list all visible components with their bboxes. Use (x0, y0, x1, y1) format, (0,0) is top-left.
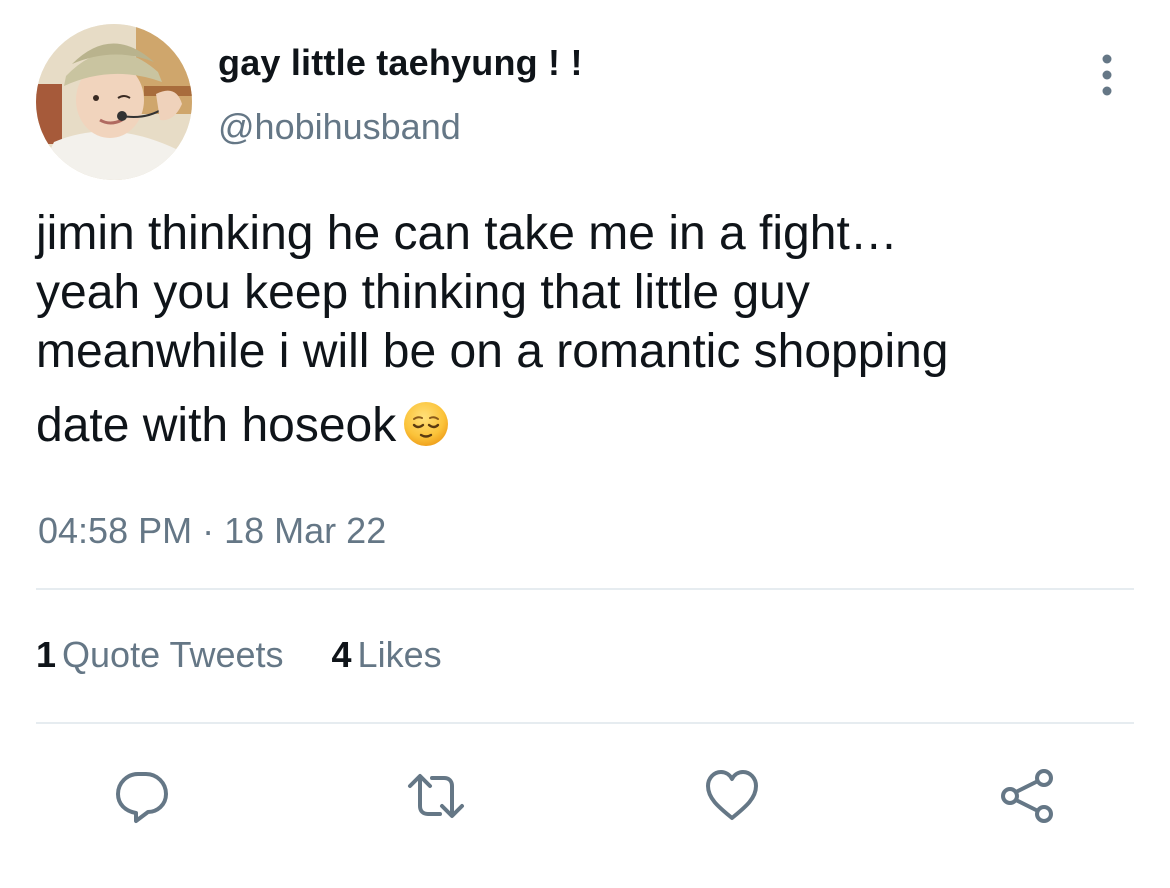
tweet-line: jimin thinking he can take me in a fight… (36, 207, 898, 260)
share-icon[interactable] (996, 764, 1060, 828)
like-count: 4 (331, 634, 352, 675)
tweet-line: yeah you keep thinking that little guy (36, 266, 810, 319)
retweet-icon[interactable] (404, 764, 468, 828)
avatar[interactable] (36, 24, 192, 180)
reply-icon[interactable] (110, 764, 174, 828)
tweet-line-last: date with hoseok (36, 396, 1126, 462)
meta-separator: · (202, 510, 215, 551)
tweet-text: jimin thinking he can take me in a fight… (36, 204, 1126, 462)
avatar-photo (36, 24, 192, 180)
relieved-face-emoji-icon (402, 400, 450, 462)
tweet-line: date with hoseok (36, 399, 397, 452)
tweet-timestamp[interactable]: 04:58 PM · 18 Mar 22 (38, 510, 386, 552)
tweet-line: meanwhile i will be on a romantic shoppi… (36, 325, 949, 378)
more-vertical-icon[interactable] (1090, 52, 1124, 98)
heart-icon[interactable] (700, 764, 764, 828)
quote-label: Quote Tweets (62, 634, 284, 675)
tweet-card: gay little taehyung ! ! @hobihusband jim… (0, 0, 1170, 888)
user-handle[interactable]: @hobihusband (218, 106, 461, 148)
likes-stat[interactable]: 4 Likes (332, 634, 442, 676)
tweet-time: 04:58 PM (38, 510, 193, 551)
tweet-stats: 1 Quote Tweets 4 Likes (36, 634, 480, 676)
display-name[interactable]: gay little taehyung ! ! (218, 42, 583, 84)
divider (36, 588, 1134, 590)
like-label: Likes (357, 634, 442, 675)
quote-count: 1 (36, 634, 57, 675)
tweet-date: 18 Mar 22 (224, 510, 387, 551)
divider (36, 722, 1134, 724)
quote-tweets-stat[interactable]: 1 Quote Tweets (36, 634, 284, 676)
